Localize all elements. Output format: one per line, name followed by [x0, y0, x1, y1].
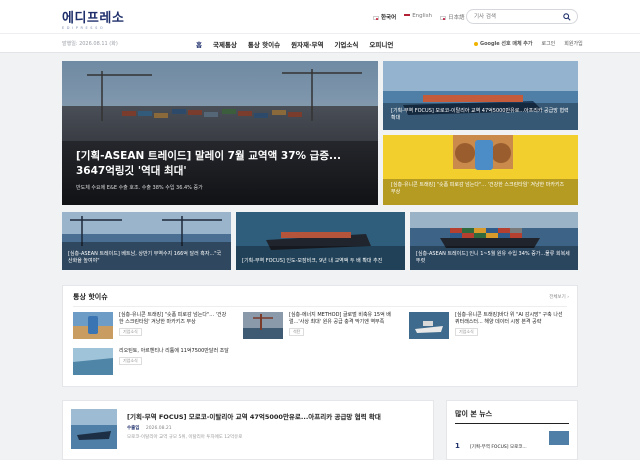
popular-item-title: [기획-무역 FOCUS] 모로코...	[469, 445, 527, 450]
hot-issue-item[interactable]: [심층-유니콘 트래킹]바다 위 "AI 감시망" 구축 나선 퀴터래스터...…	[409, 312, 575, 342]
hot-issue-item[interactable]: [심층-에너지 METHOD] 글로벌 비축유 15억 배럴...'사상 최대'…	[243, 312, 409, 342]
issue-tag: 석탄	[289, 328, 305, 336]
view-all-link[interactable]: 전체보기 ›	[549, 294, 569, 300]
flag-kr-icon	[373, 15, 379, 20]
popular-divider	[455, 423, 569, 424]
nav-item-raw-materials[interactable]: 원자재·무역	[291, 39, 323, 49]
google-preferred-button[interactable]: Google 선호 매체 추가	[474, 40, 532, 47]
lang-korean[interactable]: 한국어	[373, 13, 396, 21]
lang-korean-label: 한국어	[381, 15, 397, 21]
hero-summary: 반도체 수요에 E&E 수출 호조. 수출 38% 수입 36.4% 증가	[76, 185, 203, 191]
tile-vietnam[interactable]: [심층-ASEAN 트레이드] 베트남, 상반기 무역수지 166억 달러 흑자…	[62, 212, 231, 270]
article-date: 2026.08.21	[145, 426, 172, 431]
section-title: 통상 핫이슈	[73, 293, 108, 301]
article-thumbnail	[71, 409, 117, 449]
tile-title: [기획-무역 FOCUS] 인도-모잠비크, 9년 내 교역액 두 배 확대 추…	[242, 258, 383, 264]
hero-title[interactable]: [기획-ASEAN 트레이드] 말레이 7월 교역액 37% 급증... 364…	[76, 149, 364, 179]
logo-subtext: EDIPRESSO	[62, 26, 106, 30]
publish-date: 발행일: 2026.08.11 (화)	[62, 41, 118, 47]
issue-thumbnail	[243, 312, 283, 339]
tile-indonesia[interactable]: [심층-ASEAN 트레이드] 인니 1~5월 원유 수입 34% 증가...물…	[410, 212, 578, 270]
tile-india[interactable]: [기획-무역 FOCUS] 인도-모잠비크, 9년 내 교역액 두 배 확대 추…	[236, 212, 405, 270]
hero-article[interactable]: [기획-ASEAN 트레이드] 말레이 7월 교역액 37% 급증... 364…	[62, 61, 378, 205]
nav-menu: 홈 국제통상 통상 핫이슈 원자재·무역 기업소식 오피니언	[196, 39, 393, 49]
tile-title: [심층-ASEAN 트레이드] 인니 1~5월 원유 수입 34% 증가...물…	[416, 251, 570, 264]
article-meta: 수출입 2026.08.21	[127, 425, 172, 431]
featured-article[interactable]: [기획-무역 FOCUS] 모로코-이탈리아 교역 47억5000만유로...아…	[62, 400, 434, 460]
popular-thumbnail	[549, 431, 569, 445]
lang-english[interactable]: English	[404, 13, 432, 21]
lang-english-label: English	[412, 13, 433, 19]
signup-link[interactable]: 회원가입	[564, 40, 582, 47]
main-nav: 발행일: 2026.08.11 (화) 홈 국제통상 통상 핫이슈 원자재·무역…	[0, 33, 640, 53]
logo-text: 에디프레소	[62, 11, 125, 26]
search-icon[interactable]	[563, 13, 571, 21]
nav-utility: Google 선호 매체 추가 로그인 회원가입	[474, 40, 583, 47]
popular-news: 많이 본 뉴스 1 [기획-무역 FOCUS] 모로코...	[446, 400, 578, 460]
issue-title: [심층-유니콘 트래킹]바다 위 "AI 감시망" 구축 나선 퀴터래스터...…	[455, 312, 563, 325]
issue-title: [심층-유니콘 트래킹] "숏폼 피로감 넘는다"... '건강한 스크린타임'…	[119, 312, 227, 325]
flag-us-icon	[404, 13, 411, 18]
issue-tag: 기업소식	[119, 328, 142, 336]
nav-item-international-trade[interactable]: 국제통상	[213, 39, 237, 49]
issue-title: [심층-에너지 METHOD] 글로벌 비축유 15억 배럴...'사상 최대'…	[289, 312, 391, 325]
side-card-screentime[interactable]: [심층-유니콘 트래킹] "숏폼 피로감 넘는다"... '건강한 스크린타임'…	[383, 135, 578, 205]
issue-tag: 기업소식	[119, 357, 142, 365]
article-tag: 수출입	[127, 426, 140, 431]
hot-issue-item[interactable]: [심층-유니콘 트래킹] "숏폼 피로감 넘는다"... '건강한 스크린타임'…	[73, 312, 239, 342]
search-input[interactable]	[474, 12, 562, 22]
tile-title: [심층-ASEAN 트레이드] 베트남, 상반기 무역수지 166억 달러 흑자…	[68, 251, 222, 264]
lang-japanese-label: 日本語	[448, 15, 465, 21]
issue-title: 리오틴토, 아르헨티나 리튬에 11억7500만달러 조달	[119, 348, 229, 354]
nav-item-company-news[interactable]: 기업소식	[334, 39, 358, 49]
hot-issue-item[interactable]: 리오틴토, 아르헨티나 리튬에 11억7500만달러 조달 기업소식	[73, 348, 239, 378]
issue-thumbnail	[73, 348, 113, 375]
site-logo[interactable]: 에디프레소 EDIPRESSO	[62, 7, 124, 30]
popular-rank: 1	[455, 442, 460, 450]
search-box	[466, 9, 578, 24]
site-header: 에디프레소 EDIPRESSO 한국어 English 日本語	[0, 0, 640, 33]
language-selector: 한국어 English 日本語	[373, 13, 465, 21]
issue-tag: 기업소식	[455, 328, 478, 336]
google-dot-icon	[474, 41, 478, 46]
issue-thumbnail	[73, 312, 113, 339]
nav-item-hot-issue[interactable]: 통상 핫이슈	[248, 39, 280, 49]
google-label: Google 선호 매체 추가	[480, 41, 533, 47]
side-card-title: [기획-무역 FOCUS] 모로코-이탈리아 교역 47억5000만유로...아…	[391, 108, 569, 121]
article-title[interactable]: [기획-무역 FOCUS] 모로코-이탈리아 교역 47억5000만유로...아…	[127, 411, 381, 421]
section-divider	[73, 306, 567, 307]
side-card-title: [심층-유니콘 트래킹] "숏폼 피로감 넘는다"... '건강한 스크린타임'…	[391, 182, 565, 195]
nav-item-home[interactable]: 홈	[196, 39, 202, 49]
nav-item-opinion[interactable]: 오피니언	[369, 39, 393, 49]
hot-issues-section: 통상 핫이슈 전체보기 › [심층-유니콘 트래킹] "숏폼 피로감 넘는다".…	[62, 285, 578, 387]
side-card-morocco[interactable]: [기획-무역 FOCUS] 모로코-이탈리아 교역 47억5000만유로...아…	[383, 61, 578, 130]
flag-jp-icon	[440, 15, 447, 20]
popular-title: 많이 본 뉴스	[455, 410, 493, 418]
login-link[interactable]: 로그인	[541, 40, 555, 47]
article-summary: 모로코-이탈리아 교역 규모 5위, 이탈리아 투자에도 12억유로	[127, 435, 243, 440]
lang-japanese[interactable]: 日本語	[440, 13, 465, 21]
issue-thumbnail	[409, 312, 449, 339]
